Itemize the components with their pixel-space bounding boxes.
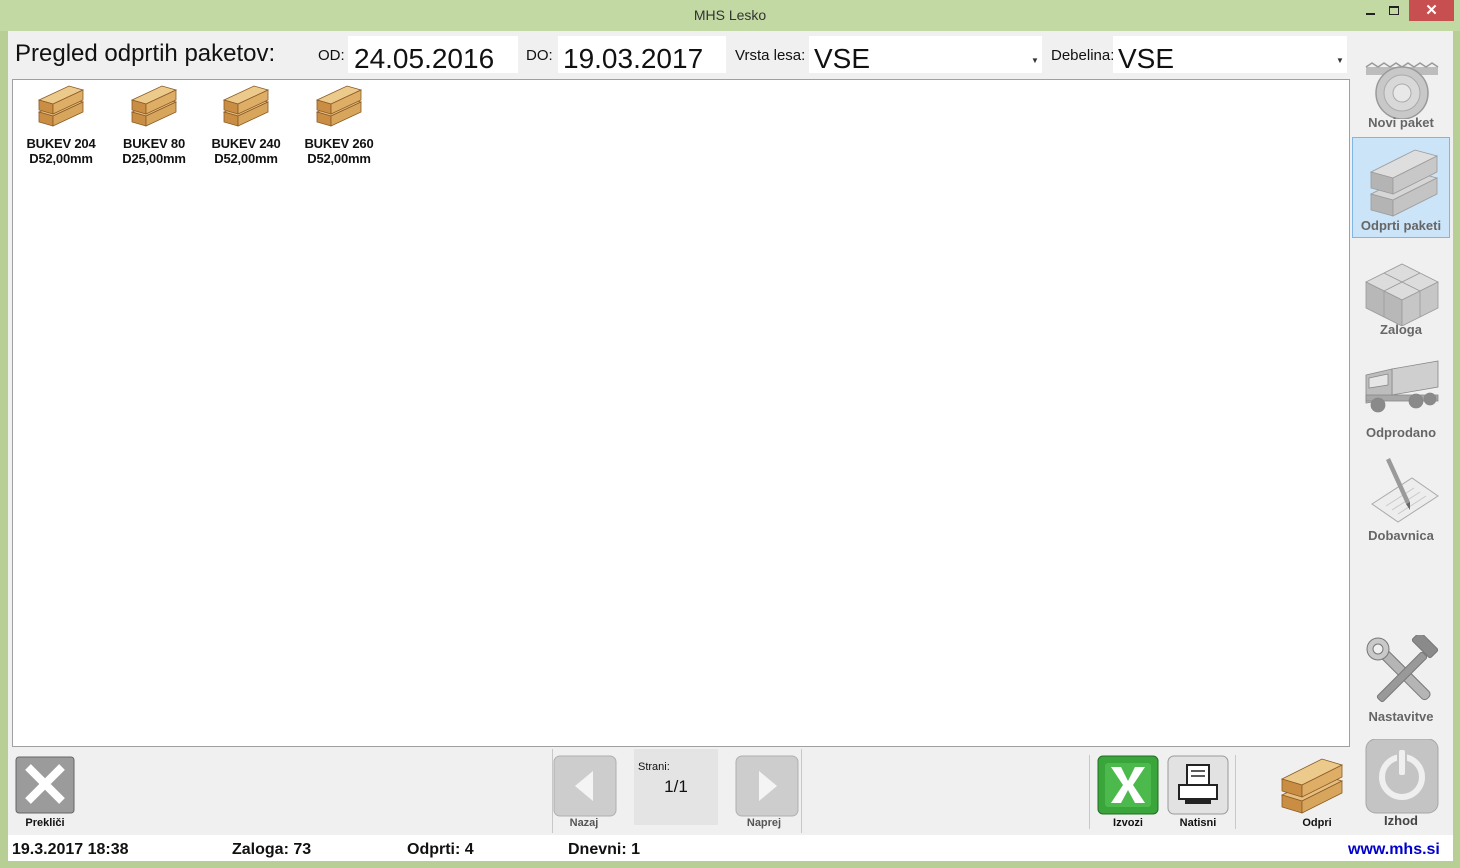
- cancel-x-icon: [15, 756, 75, 814]
- status-bar: 19.3.2017 18:38 Zaloga: 73 Odprti: 4 Dne…: [8, 835, 1453, 861]
- sidebar-item-label: Odprti paketi: [1360, 218, 1442, 233]
- cancel-button[interactable]: [15, 756, 75, 814]
- sidebar-item-zaloga[interactable]: Zaloga: [1352, 240, 1450, 341]
- pages-value: 1/1: [664, 777, 688, 796]
- do-date-field[interactable]: 19.03.2017: [558, 36, 726, 74]
- package-item[interactable]: BUKEV 80 D25,00mm: [108, 82, 200, 166]
- package-name: BUKEV 260: [304, 136, 374, 151]
- sidebar-item-label: Nastavitve: [1368, 709, 1434, 724]
- print-label: Natisni: [1179, 817, 1217, 829]
- pages-label: Strani:: [638, 761, 670, 773]
- chevron-down-icon: ▼: [1031, 56, 1039, 65]
- sidebar-item-label: Odprodano: [1365, 425, 1437, 440]
- saw-blade-icon: [1365, 62, 1439, 119]
- filter-bar: Pregled odprtih paketov: OD: 24.05.2016 …: [8, 31, 1350, 75]
- package-item[interactable]: BUKEV 260 D52,00mm: [293, 82, 385, 166]
- package-thickness: D52,00mm: [307, 151, 371, 166]
- lumber-icon: [130, 85, 178, 127]
- package-name: BUKEV 240: [211, 136, 281, 151]
- chevron-down-icon: ▼: [1336, 56, 1344, 65]
- lumber-icon: [222, 85, 270, 127]
- open-label: Odpri: [1302, 817, 1332, 829]
- package-thickness: D52,00mm: [29, 151, 93, 166]
- package-item[interactable]: BUKEV 204 D52,00mm: [15, 82, 107, 166]
- sidebar-item-odprti-paketi[interactable]: Odprti paketi: [1352, 137, 1450, 238]
- truck-icon: [1365, 360, 1439, 413]
- package-name: BUKEV 204: [26, 136, 96, 151]
- print-button[interactable]: [1167, 755, 1229, 815]
- cancel-label: Prekliči: [25, 817, 65, 829]
- sidebar-item-odprodano[interactable]: Odprodano: [1352, 343, 1450, 444]
- close-button[interactable]: ✕: [1409, 0, 1454, 21]
- wrench-hammer-icon: [1366, 635, 1439, 703]
- status-datetime: 19.3.2017 18:38: [12, 841, 129, 858]
- sidebar-item-nastavitve[interactable]: Nastavitve: [1352, 627, 1450, 728]
- page-indicator: Strani: 1/1: [634, 749, 718, 825]
- open-packages-icon: [1369, 149, 1439, 217]
- thickness-select[interactable]: VSE ▼: [1113, 36, 1347, 74]
- do-label: DO:: [526, 47, 553, 64]
- od-date-field[interactable]: 24.05.2016: [348, 36, 518, 74]
- arrow-left-icon: [553, 755, 617, 817]
- bottom-toolbar: Prekliči Nazaj Strani: 1/1 Naprej Izvozi…: [8, 749, 1453, 835]
- export-label: Izvozi: [1113, 817, 1143, 829]
- status-open: Odprti: 4: [407, 841, 474, 858]
- back-label: Nazaj: [569, 817, 599, 829]
- export-button[interactable]: [1097, 755, 1159, 815]
- divider: [1235, 755, 1236, 829]
- thickness-label: Debelina:: [1051, 47, 1115, 64]
- open-button[interactable]: [1278, 753, 1346, 815]
- website-link[interactable]: www.mhs.si: [1348, 841, 1440, 859]
- od-label: OD:: [318, 47, 345, 64]
- wood-type-label: Vrsta lesa:: [735, 47, 806, 64]
- package-thickness: D25,00mm: [122, 151, 186, 166]
- client-area: Pregled odprtih paketov: OD: 24.05.2016 …: [8, 31, 1453, 861]
- status-stock: Zaloga: 73: [232, 841, 312, 858]
- maximize-icon: [1389, 6, 1399, 15]
- od-date-value: 24.05.2016: [354, 43, 495, 74]
- divider: [801, 749, 802, 833]
- minimize-icon: [1366, 13, 1375, 15]
- back-button[interactable]: [553, 755, 617, 817]
- wood-type-select[interactable]: VSE ▼: [809, 36, 1042, 74]
- excel-icon: [1097, 755, 1159, 815]
- sidebar: Novi paket Odprti paketi Zaloga Odprodan…: [1350, 31, 1453, 834]
- delivery-note-icon: [1371, 458, 1439, 523]
- arrow-right-icon: [735, 755, 799, 817]
- forward-label: Naprej: [746, 817, 782, 829]
- sidebar-item-label: Novi paket: [1368, 115, 1434, 130]
- window-title: MHS Lesko: [693, 7, 767, 23]
- package-thickness: D52,00mm: [214, 151, 278, 166]
- title-bar[interactable]: MHS Lesko ✕: [0, 0, 1460, 31]
- sidebar-item-novi-paket[interactable]: Novi paket: [1352, 33, 1450, 134]
- status-daily: Dnevni: 1: [568, 841, 641, 858]
- printer-icon: [1167, 755, 1229, 815]
- package-name: BUKEV 80: [123, 136, 185, 151]
- thickness-value: VSE: [1118, 43, 1175, 74]
- lumber-icon: [1280, 758, 1344, 814]
- lumber-icon: [315, 85, 363, 127]
- sidebar-item-label: Zaloga: [1380, 322, 1422, 337]
- page-title: Pregled odprtih paketov:: [15, 40, 276, 67]
- package-item[interactable]: BUKEV 240 D52,00mm: [200, 82, 292, 166]
- forward-button[interactable]: [735, 755, 799, 817]
- do-date-value: 19.03.2017: [563, 43, 704, 74]
- package-list[interactable]: BUKEV 204 D52,00mm BUKEV 80 D25,00mm BUK…: [12, 79, 1350, 747]
- wood-type-value: VSE: [814, 43, 871, 74]
- stock-icon: [1365, 263, 1439, 326]
- sidebar-item-label: Dobavnica: [1368, 528, 1434, 543]
- lumber-icon: [37, 85, 85, 127]
- sidebar-item-dobavnica[interactable]: Dobavnica: [1352, 446, 1450, 547]
